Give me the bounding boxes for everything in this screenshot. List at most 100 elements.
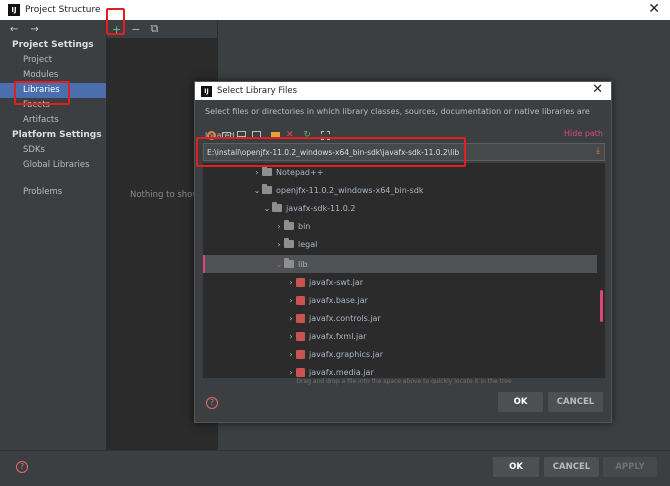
tree-item-label: javafx.fxml.jar [309,331,367,341]
tree-item-label: bin [298,221,311,231]
folder-icon [262,184,272,194]
drag-drop-hint: Drag and drop a file into the space abov… [296,378,512,385]
folder-icon [284,238,294,248]
chevron-right-icon[interactable]: › [286,332,296,341]
window-title: Project Structure [25,5,101,15]
dialog-title: Select Library Files [217,86,297,96]
folder-icon [272,202,282,212]
dialog-description: Select files or directories in which lib… [205,107,590,140]
tree-row[interactable]: › javafx-swt.jar [203,273,597,291]
back-arrow-icon[interactable]: ← [10,24,18,35]
tree-item-label: Notepad++ [276,167,324,177]
sidebar-item-artifacts[interactable]: Artifacts [0,113,106,128]
tree-item-label: javafx-swt.jar [309,277,364,287]
new-folder-icon[interactable] [271,131,280,139]
tree-item-label: legal [298,239,318,249]
copy-library-icon[interactable]: ⧉ [150,22,158,36]
section-project-settings: Project Settings [12,40,94,50]
tree-row[interactable]: › javafx.fxml.jar [203,327,597,345]
jar-icon [296,277,305,287]
tree-row[interactable]: ⌄ javafx-sdk-11.0.2 [203,199,597,217]
chevron-down-icon[interactable]: ⌄ [252,186,262,195]
project-icon[interactable] [237,131,246,139]
download-icon[interactable]: ⤓ [596,146,600,156]
refresh-icon[interactable]: ↻ [304,130,312,140]
intellij-app-icon: IJ [8,4,20,16]
tree-item-label: lib [298,259,308,269]
dialog-footer: ? OK CANCEL APPLY [0,450,670,486]
chevron-down-icon[interactable]: ⌄ [262,204,272,213]
module-icon[interactable] [252,131,261,139]
tree-row[interactable]: › legal [203,235,597,253]
chevron-right-icon[interactable]: › [274,240,284,249]
settings-sidebar: ← → Project Settings Project Modules Lib… [0,20,107,450]
folder-icon [284,220,294,230]
tree-item-label: javafx-sdk-11.0.2 [286,203,356,213]
dialog-ok-button[interactable]: OK [498,392,543,412]
folder-icon [262,166,272,176]
sidebar-item-sdks[interactable]: SDKs [0,143,106,158]
remove-library-icon[interactable]: − [131,23,140,36]
sidebar-item-facets[interactable]: Facets [0,98,106,113]
chevron-down-icon[interactable]: ⌄ [274,260,284,269]
jar-icon [296,331,305,341]
tree-item-label: javafx.base.jar [309,295,368,305]
tree-row[interactable]: › Notepad++ [203,163,597,181]
add-library-icon[interactable]: + [112,23,121,36]
chevron-right-icon[interactable]: › [286,350,296,359]
tree-row[interactable]: › bin [203,217,597,235]
dialog-cancel-button[interactable]: CANCEL [548,392,603,412]
chevron-right-icon[interactable]: › [286,296,296,305]
file-tree[interactable]: › Notepad++ ⌄ openjfx-11.0.2_windows-x64… [203,163,605,378]
forward-arrow-icon[interactable]: → [30,24,38,35]
select-library-files-dialog: IJ Select Library Files ✕ Select files o… [194,81,612,423]
window-titlebar: IJ Project Structure ✕ [0,0,670,20]
file-chooser-toolbar: ✕ ↻ [207,129,331,141]
ok-button[interactable]: OK [493,457,539,477]
chevron-right-icon[interactable]: › [286,368,296,377]
help-icon[interactable]: ? [16,461,28,473]
chevron-right-icon[interactable]: › [286,278,296,287]
intellij-app-icon: IJ [201,85,212,97]
hide-path-link[interactable]: Hide path [564,129,603,138]
delete-icon[interactable]: ✕ [286,130,294,140]
nav-history-buttons: ← → [0,20,106,38]
chevron-right-icon[interactable]: › [274,222,284,231]
dialog-help-icon[interactable]: ? [206,397,218,409]
empty-list-text: Nothing to show [130,190,200,200]
home-icon[interactable] [207,130,216,140]
window-close-icon[interactable]: ✕ [648,1,660,17]
path-field: ⤓ [203,143,605,161]
cancel-button[interactable]: CANCEL [544,457,599,477]
sidebar-item-libraries[interactable]: Libraries [0,83,106,98]
tree-row[interactable]: › javafx.graphics.jar [203,345,597,363]
libraries-toolbar: + − ⧉ [107,20,217,38]
sidebar-item-modules[interactable]: Modules [0,68,106,83]
sidebar-item-problems[interactable]: Problems [0,185,106,200]
tree-row[interactable]: › javafx.controls.jar [203,309,597,327]
apply-button[interactable]: APPLY [603,457,657,477]
tree-row[interactable]: › javafx.media.jar [203,363,597,378]
desktop-icon[interactable] [222,131,231,139]
folder-icon [284,258,294,268]
tree-row[interactable]: ⌄ openjfx-11.0.2_windows-x64_bin-sdk [203,181,597,199]
tree-item-label: javafx.media.jar [309,367,374,377]
dialog-titlebar: IJ Select Library Files ✕ [195,82,611,100]
section-platform-settings: Platform Settings [12,130,102,140]
jar-icon [296,313,305,323]
jar-icon [296,367,305,377]
tree-scrollbar[interactable] [600,290,603,322]
chevron-right-icon[interactable]: › [286,314,296,323]
sidebar-item-global-libraries[interactable]: Global Libraries [0,158,106,173]
tree-row-selected[interactable]: ⌄ lib [203,255,597,273]
dialog-close-icon[interactable]: ✕ [592,82,603,97]
tree-item-label: javafx.graphics.jar [309,349,384,359]
chevron-right-icon[interactable]: › [252,168,262,177]
sidebar-item-project[interactable]: Project [0,53,106,68]
jar-icon [296,295,305,305]
tree-row[interactable]: › javafx.base.jar [203,291,597,309]
path-input[interactable] [204,144,584,160]
show-hidden-icon[interactable] [321,130,331,140]
jar-icon [296,349,305,359]
tree-item-label: openjfx-11.0.2_windows-x64_bin-sdk [276,185,424,195]
